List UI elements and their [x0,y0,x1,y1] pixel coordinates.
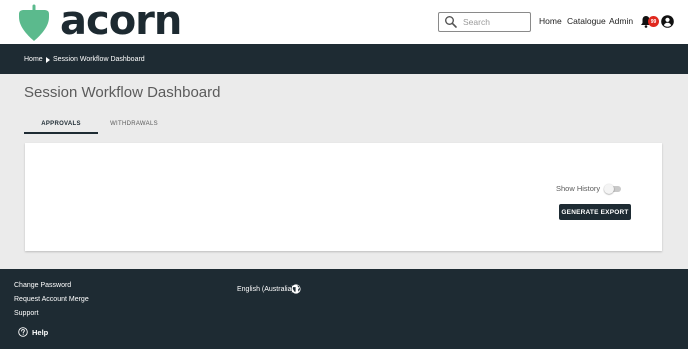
help-circle-icon[interactable] [18,327,28,337]
search-input[interactable] [463,17,527,27]
breadcrumb: Home Session Workflow Dashboard [0,44,688,74]
language-selector[interactable]: English (Australia) [237,286,294,293]
nav-home-link[interactable]: Home [539,16,562,26]
user-icon[interactable] [661,15,674,28]
show-history-toggle-knob[interactable] [604,184,614,194]
footer: Change Password Request Account Merge Su… [0,269,688,349]
logo[interactable]: acorn [16,0,182,44]
breadcrumb-current: Session Workflow Dashboard [53,56,145,63]
generate-export-button[interactable]: Generate Export [559,204,631,220]
logo-text: acorn [60,0,182,44]
change-password-link[interactable]: Change Password [14,282,71,289]
approvals-panel: Show History Generate Export [25,143,662,251]
nav-catalogue-link[interactable]: Catalogue [567,16,606,26]
top-header: acorn Home Catalogue Admin 99 [0,0,688,44]
help-link[interactable]: Help [32,328,48,337]
support-link[interactable]: Support [14,310,39,317]
tab-withdrawals[interactable]: Withdrawals [102,116,166,134]
show-history-label: Show History [556,184,601,193]
nav-admin-link[interactable]: Admin [609,16,633,26]
search-icon [445,16,457,28]
breadcrumb-separator-icon [46,57,50,63]
breadcrumb-home-link[interactable]: Home [24,56,43,63]
notification-badge: 99 [648,16,659,27]
tab-approvals[interactable]: Approvals [24,116,98,134]
globe-icon[interactable] [291,284,301,294]
search-box[interactable] [438,12,531,32]
page-title: Session Workflow Dashboard [24,84,221,101]
request-account-merge-link[interactable]: Request Account Merge [14,296,89,303]
acorn-logo-icon [19,4,49,41]
tab-bar: Approvals Withdrawals [24,116,662,134]
